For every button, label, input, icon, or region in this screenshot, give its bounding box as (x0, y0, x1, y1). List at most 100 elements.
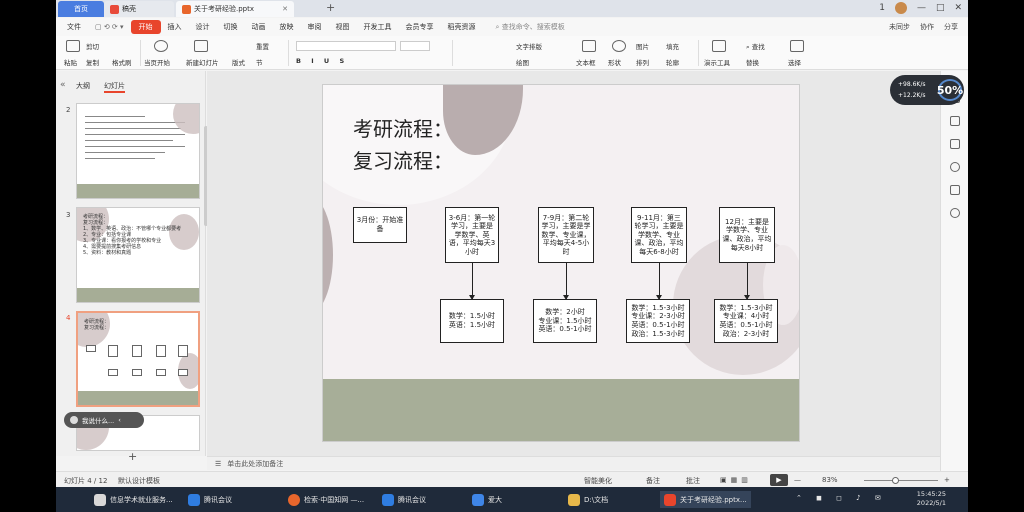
shape-icon[interactable] (612, 40, 626, 52)
sync-status[interactable]: 未同步 (889, 22, 910, 32)
taskbar-item-job-service[interactable]: 信息学术就业服务... (90, 491, 177, 508)
menu-slideshow[interactable]: 放映 (273, 22, 301, 32)
theme-name[interactable]: 默认设计模板 (118, 476, 160, 486)
text-layout-button[interactable]: 文字排版 (516, 41, 542, 51)
share-button[interactable]: 分享 (944, 22, 958, 32)
slide-thumbnail-3[interactable]: 考研流程： 复习流程： 1、数学、英语、政治：不管哪个专业都要考 2、专业：包括… (76, 207, 200, 303)
menu-member[interactable]: 会员专享 (399, 22, 441, 32)
minimize-icon[interactable]: — (917, 3, 926, 13)
hours-box-3[interactable]: 数学：1.5-3小时 专业课：2-3小时 英语：0.5-1小时 政治：1.5-3… (626, 299, 690, 343)
window-badge[interactable]: 1 (879, 3, 885, 13)
taskbar-item-meeting-2[interactable]: 腾讯会议 (378, 491, 430, 508)
zoom-slider-track[interactable] (864, 480, 938, 481)
image-edit-icon[interactable] (950, 185, 960, 195)
format-painter-button[interactable]: 格式刷 (112, 57, 132, 67)
taskbar-item-browser[interactable]: 检索·中国知网 —... (284, 491, 368, 508)
tab-document[interactable]: 关于考研经验.pptx ✕ (176, 1, 294, 17)
slide-title-2[interactable]: 复习流程： (353, 145, 453, 174)
collapse-panel-icon[interactable]: « (60, 80, 66, 90)
layout-button[interactable]: 版式 (232, 57, 245, 67)
copy-layout-icon[interactable] (950, 139, 960, 149)
new-tab-icon[interactable]: + (326, 1, 335, 14)
section-button[interactable]: 节 (256, 57, 263, 67)
arrange-button[interactable]: 排列 (636, 57, 649, 67)
menu-design[interactable]: 设计 (189, 22, 217, 32)
play-slideshow-button[interactable]: ▶ (770, 474, 788, 486)
menu-resources[interactable]: 稻壳资源 (441, 22, 483, 32)
close-tab-icon[interactable]: ✕ (282, 5, 288, 13)
smart-beautify-button[interactable]: 智能美化 (584, 476, 612, 486)
find-button[interactable]: ⌕ 查找 (746, 41, 765, 52)
play-from-current-button[interactable]: 当页开始 (144, 57, 170, 67)
flow-box-mar[interactable]: 3月份：开始准备 (353, 207, 407, 243)
menu-developer[interactable]: 开发工具 (357, 22, 399, 32)
picture-button[interactable]: 图片 (636, 41, 649, 51)
taskbar-item-folder[interactable]: D:\文档 (564, 491, 612, 508)
fill-button[interactable]: 填充 (666, 41, 679, 51)
quick-access-icons[interactable]: ▢ ⟲ ⟳ ▾ (88, 23, 131, 31)
slide-thumbnail-4[interactable]: 考研流程： 复习流程： (76, 311, 200, 407)
zoom-level[interactable]: 83% (822, 476, 838, 484)
textbox-icon[interactable] (582, 40, 596, 52)
menu-file[interactable]: 文件 (60, 22, 88, 32)
current-slide[interactable]: 考研流程： 复习流程： 3月份：开始准备 3-6月：第一轮学习，主要是学数学、英… (322, 84, 800, 442)
taskbar-item-meeting[interactable]: 腾讯会议 (184, 491, 236, 508)
zoom-out-icon[interactable]: — (794, 476, 801, 484)
tab-outline[interactable]: 大纲 (76, 81, 90, 93)
font-family-select[interactable] (296, 41, 396, 51)
notes-button[interactable]: 备注 (646, 476, 660, 486)
slide-thumbnail-2[interactable] (76, 103, 200, 199)
tab-slides[interactable]: 幻灯片 (104, 81, 125, 93)
flow-box-dec[interactable]: 12月：主要是学数学、专业课、政治，平均每天8小时 (719, 207, 775, 263)
collaborate-button[interactable]: 协作 (920, 22, 934, 32)
flow-box-mar-jun[interactable]: 3-6月：第一轮学习，主要是学数学、英语，平均每天3小时 (445, 207, 499, 263)
command-search[interactable]: ⌕ 查找命令、搜索模板 (489, 22, 572, 32)
system-clock[interactable]: 15:45:25 2022/5/1 (917, 490, 946, 508)
new-slide-button[interactable]: 新建幻灯片 (186, 57, 219, 67)
notes-toggle-icon[interactable]: ☰ (215, 460, 221, 468)
presentation-tools-icon[interactable] (712, 40, 726, 52)
tray-icons[interactable]: ⌃ ◼ ◻ ♪ ✉ (796, 494, 887, 502)
menu-review[interactable]: 审阅 (301, 22, 329, 32)
textbox-button[interactable]: 文本框 (576, 57, 596, 67)
tab-draft[interactable]: 稿壳 (104, 1, 174, 17)
flow-box-sep-nov[interactable]: 9-11月：第三轮学习，主要是学数学、专业课、政治，平均每天6-8小时 (631, 207, 687, 263)
zoom-in-icon[interactable]: + (944, 476, 950, 484)
menu-animation[interactable]: 动画 (245, 22, 273, 32)
paste-icon[interactable] (66, 40, 80, 52)
taskbar-item-wps[interactable]: 关于考研经验.pptx... (660, 491, 751, 508)
network-speed-widget[interactable]: +98.6K/s +12.2K/s 50% (890, 75, 964, 105)
maximize-icon[interactable]: □ (936, 3, 945, 13)
new-slide-icon[interactable] (194, 40, 208, 52)
avatar[interactable] (894, 2, 907, 14)
hours-box-2[interactable]: 数学：2小时 专业课：1.5小时 英语：0.5-1小时 (533, 299, 597, 343)
replace-button[interactable]: 替换 (746, 57, 759, 67)
flow-box-jul-sep[interactable]: 7-9月：第二轮学习，主要是学数学、专业课，平均每天4-5小时 (538, 207, 594, 263)
view-mode-buttons[interactable]: ▣▦▥ (720, 476, 752, 484)
zoom-slider-handle[interactable] (892, 477, 899, 484)
slide-title-1[interactable]: 考研流程： (353, 113, 453, 142)
reset-button[interactable]: 重置 (256, 41, 269, 51)
close-window-icon[interactable]: ✕ (954, 3, 962, 13)
presentation-tools-button[interactable]: 演示工具 (704, 57, 730, 67)
cut-button[interactable]: 剪切 (86, 41, 99, 51)
font-size-select[interactable] (400, 41, 430, 51)
font-style-buttons[interactable]: B I U S (296, 57, 348, 65)
menu-insert[interactable]: 插入 (161, 22, 189, 32)
play-from-current-icon[interactable] (154, 40, 168, 52)
pin-icon[interactable] (950, 116, 960, 126)
comments-button[interactable]: 批注 (686, 476, 700, 486)
hours-box-4[interactable]: 数学：1.5-3小时 专业课：4小时 英语：0.5-1小时 政治：2-3小时 (714, 299, 778, 343)
tab-home[interactable]: 首页 (58, 1, 104, 17)
shape-button[interactable]: 形状 (608, 57, 621, 67)
add-slide-icon[interactable]: + (128, 450, 137, 463)
paste-button[interactable]: 粘贴 (64, 57, 77, 67)
copy-button[interactable]: 复制 (86, 57, 99, 67)
menu-view[interactable]: 视图 (329, 22, 357, 32)
hours-box-1[interactable]: 数学：1.5小时 英语：1.5小时 (440, 299, 504, 343)
menu-transition[interactable]: 切换 (217, 22, 245, 32)
menu-home[interactable]: 开始 (130, 20, 161, 34)
help-icon[interactable] (950, 162, 960, 172)
notes-pane[interactable]: ☰ 单击此处添加备注 (207, 456, 940, 470)
drawing-button[interactable]: 绘图 (516, 57, 529, 67)
